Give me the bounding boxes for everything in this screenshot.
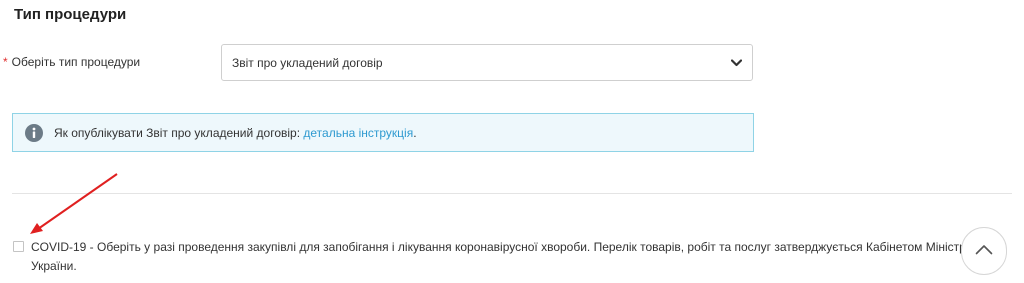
instruction-link[interactable]: детальна інструкція [303,126,413,140]
info-trailing: . [413,125,417,140]
covid-description-line1: COVID-19 - Оберіть у разі проведення зак… [31,240,966,254]
annotation-arrow-icon [30,173,118,234]
chevron-down-icon [730,57,742,69]
scroll-to-top-button[interactable] [961,227,1007,275]
covid-description-line2: України. [31,259,77,273]
covid-description: COVID-19 - Оберіть у разі проведення зак… [31,238,966,276]
procedure-type-select[interactable]: Звіт про укладений договір [221,44,753,81]
covid-checkbox[interactable] [13,241,24,252]
chevron-up-icon [975,242,993,260]
procedure-type-selected-value: Звіт про укладений договір [232,55,383,70]
section-divider [12,193,1012,194]
